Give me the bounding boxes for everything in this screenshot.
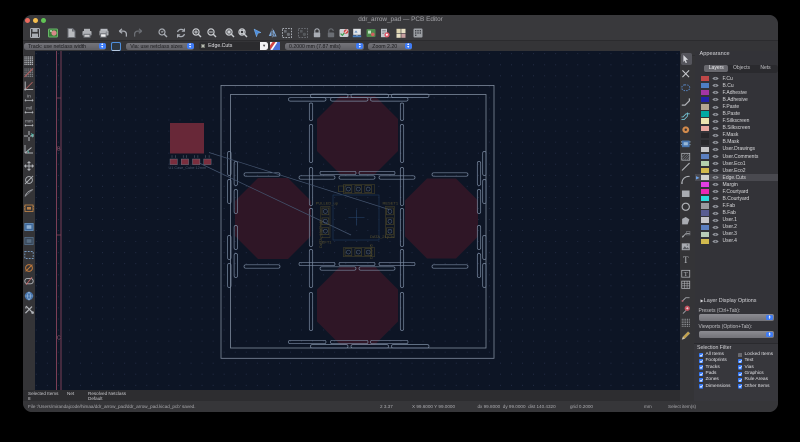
svg-text:T: T [684,271,688,278]
svg-text:mm: mm [25,118,33,123]
svg-text:RESET1: RESET1 [383,201,399,206]
svg-text:DOWN5: DOWN5 [369,243,374,259]
svg-text:C: C [57,336,61,342]
svg-text:PULLED_up: PULLED_up [316,201,339,206]
svg-text:mil: mil [26,106,32,111]
svg-text:DATA_13(CN4): DATA_13(CN4) [318,220,323,248]
svg-text:in: in [27,94,31,99]
svg-text:U1 Case_Cube 12mm: U1 Case_Cube 12mm [169,166,207,170]
svg-text:DATA_21(CN: DATA_21(CN [370,234,394,239]
svg-text:T: T [683,255,689,264]
